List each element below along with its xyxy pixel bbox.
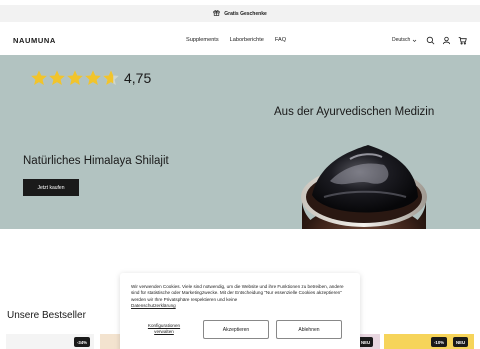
hero-banner: 4,75 Aus der Ayurvedischen Medizin Natür… [0,55,480,229]
bestseller-heading: Unsere Bestseller [7,310,86,321]
discount-badge: -10% [431,337,448,347]
shilajit-jar-image [301,145,427,229]
star-icon [31,70,47,86]
manage-settings-link[interactable]: Konfigurationen verwalten [142,323,186,335]
cart-icon[interactable] [458,36,467,45]
cookie-message: Wir verwenden Cookies. Viele sind notwen… [131,284,344,302]
hero-tagline: Aus der Ayurvedischen Medizin [274,106,435,118]
cookie-text: Wir verwenden Cookies. Viele sind notwen… [131,284,351,310]
main-nav: Supplements Laborberichte FAQ [186,37,286,43]
star-icon [67,70,83,86]
chevron-down-icon [413,39,417,42]
cookie-banner: Wir verwenden Cookies. Viele sind notwen… [120,273,360,349]
half-star-icon [103,70,119,86]
search-icon[interactable] [426,36,435,45]
announcement-bar: Gratis Geschenke [0,5,480,22]
hero-headline: Natürliches Himalaya Shilajit [23,155,169,167]
privacy-link[interactable]: Datenschutzerklärung [131,303,176,308]
language-selector[interactable]: Deutsch [392,37,417,43]
star-icon [49,70,65,86]
rating-value: 4,75 [124,70,152,86]
rating-stars: 4,75 [30,69,151,87]
nav-faq[interactable]: FAQ [275,37,286,43]
language-label: Deutsch [392,37,411,43]
nav-supplements[interactable]: Supplements [186,37,219,43]
discount-badge: -34% [74,337,91,347]
accept-button[interactable]: Akzeptieren [203,320,269,339]
announcement-text: Gratis Geschenke [224,10,267,17]
decline-button[interactable]: Ablehnen [276,320,342,339]
new-badge: NEU [358,337,374,347]
nav-laborberichte[interactable]: Laborberichte [230,37,264,43]
site-header: NAUMUNA Supplements Laborberichte FAQ De… [0,22,480,55]
buy-now-button[interactable]: Jetzt kaufen [23,179,79,196]
logo[interactable]: NAUMUNA [13,36,56,45]
account-icon[interactable] [442,36,451,45]
star-icon [85,70,101,86]
gift-icon [213,9,220,18]
new-badge: NEU [453,337,469,347]
